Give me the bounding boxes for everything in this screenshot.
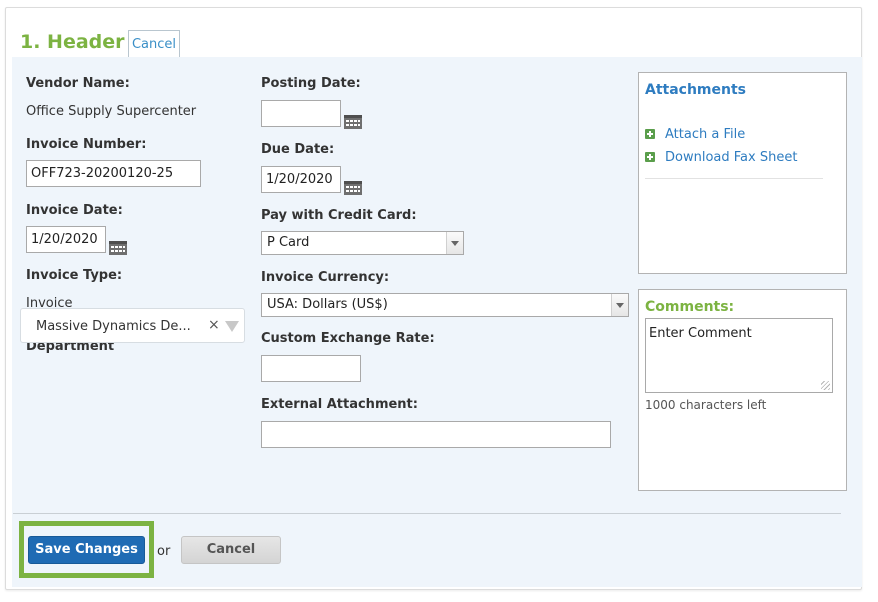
- posting-date-label: Posting Date:: [261, 76, 361, 91]
- credit-card-select[interactable]: P Card: [261, 231, 464, 255]
- comment-textarea[interactable]: Enter Comment: [645, 318, 833, 393]
- attach-file-label[interactable]: Attach a File: [665, 127, 745, 142]
- resize-grip-icon[interactable]: [821, 381, 830, 390]
- save-changes-button[interactable]: Save Changes: [28, 536, 145, 564]
- plus-icon: [645, 129, 655, 139]
- calendar-icon[interactable]: [109, 239, 127, 255]
- department-combobox[interactable]: Massive Dynamics De... ×: [20, 308, 245, 343]
- credit-card-label: Pay with Credit Card:: [261, 208, 417, 223]
- chevron-down-icon[interactable]: [225, 321, 239, 332]
- exchange-rate-label: Custom Exchange Rate:: [261, 331, 435, 346]
- invoice-date-label: Invoice Date:: [26, 203, 123, 218]
- due-date-label: Due Date:: [261, 142, 335, 157]
- currency-selected: USA: Dollars (US$): [267, 297, 388, 312]
- calendar-icon[interactable]: [344, 113, 362, 129]
- download-fax-label[interactable]: Download Fax Sheet: [665, 150, 797, 165]
- comments-title: Comments:: [645, 299, 735, 315]
- department-value: Massive Dynamics De...: [36, 319, 191, 334]
- external-attachment-input[interactable]: [261, 421, 611, 448]
- chevron-down-icon[interactable]: [446, 232, 463, 254]
- clear-icon[interactable]: ×: [208, 317, 220, 333]
- exchange-rate-input[interactable]: [261, 355, 361, 382]
- invoice-number-label: Invoice Number:: [26, 137, 147, 152]
- or-text: or: [157, 544, 171, 559]
- attachments-box: Attachments Attach a File Download Fax S…: [638, 72, 847, 274]
- vendor-name-label: Vendor Name:: [26, 76, 130, 91]
- due-date-input[interactable]: 1/20/2020: [261, 166, 341, 193]
- attach-file-link[interactable]: Attach a File: [645, 127, 745, 142]
- invoice-type-label: Invoice Type:: [26, 268, 123, 283]
- footer-divider: [13, 513, 841, 514]
- credit-card-selected: P Card: [267, 235, 310, 250]
- invoice-header-card: 1. Header Cancel Vendor Name: Office Sup…: [5, 7, 862, 590]
- cancel-button[interactable]: Cancel: [181, 536, 281, 564]
- chevron-down-icon[interactable]: [611, 294, 628, 316]
- section-title: 1. Header: [20, 31, 125, 53]
- invoice-number-input[interactable]: OFF723-20200120-25: [26, 160, 201, 187]
- comments-box: Comments: Enter Comment 1000 characters …: [638, 289, 847, 491]
- currency-select[interactable]: USA: Dollars (US$): [261, 293, 629, 317]
- header-cancel-button[interactable]: Cancel: [128, 30, 180, 59]
- invoice-date-input[interactable]: 1/20/2020: [26, 226, 106, 253]
- comment-placeholder: Enter Comment: [649, 326, 752, 341]
- calendar-icon[interactable]: [344, 179, 362, 195]
- attachments-title: Attachments: [645, 82, 747, 98]
- plus-icon: [645, 152, 655, 162]
- vendor-name-value: Office Supply Supercenter: [26, 104, 197, 119]
- attachments-divider: [645, 178, 823, 179]
- posting-date-input[interactable]: [261, 100, 341, 127]
- download-fax-link[interactable]: Download Fax Sheet: [645, 150, 797, 165]
- characters-left: 1000 characters left: [645, 398, 767, 412]
- external-attachment-label: External Attachment:: [261, 397, 418, 412]
- currency-label: Invoice Currency:: [261, 270, 390, 285]
